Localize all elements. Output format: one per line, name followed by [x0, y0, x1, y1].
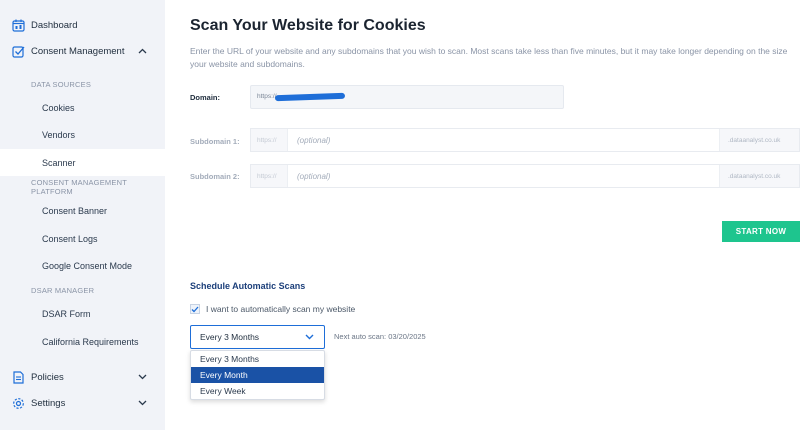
- sidebar-item-consent-management[interactable]: Consent Management: [0, 38, 165, 64]
- frequency-option[interactable]: Every Week: [191, 383, 324, 399]
- domain-label: Domain:: [190, 93, 220, 102]
- sidebar-item-label: Policies: [31, 371, 64, 383]
- sidebar: Dashboard Consent Management DATA SOURCE…: [0, 0, 165, 430]
- section-heading-cmp: CONSENT MANAGEMENT PLATFORM: [31, 178, 127, 196]
- frequency-select-value: Every 3 Months: [200, 332, 260, 342]
- subdomain-1-input[interactable]: [289, 129, 719, 151]
- sidebar-item-consent-banner[interactable]: Consent Banner: [0, 197, 165, 224]
- subdomain-2-field: https:// .dataanalyst.co.uk: [250, 164, 800, 188]
- checkbox-icon: [12, 45, 25, 58]
- subdomain-2-label: Subdomain 2:: [190, 172, 240, 181]
- domain-field[interactable]: https://: [250, 85, 564, 109]
- redacted-domain-mark: [274, 92, 346, 102]
- sidebar-item-label: Dashboard: [31, 19, 78, 31]
- sidebar-item-policies[interactable]: Policies: [0, 364, 165, 390]
- section-heading-data-sources: DATA SOURCES: [31, 79, 92, 89]
- sidebar-item-scanner[interactable]: Scanner: [0, 149, 165, 176]
- sidebar-item-california[interactable]: California Requirements: [0, 328, 165, 355]
- chevron-down-icon[interactable]: [137, 372, 147, 382]
- sidebar-item-consent-logs[interactable]: Consent Logs: [0, 225, 165, 252]
- frequency-option[interactable]: Every 3 Months: [191, 351, 324, 367]
- auto-scan-checkbox-label: I want to automatically scan my website: [206, 304, 356, 314]
- sidebar-item-settings[interactable]: Settings: [0, 390, 165, 416]
- subdomain-1-prefix: https://: [251, 129, 288, 151]
- page-title: Scan Your Website for Cookies: [190, 17, 426, 34]
- frequency-dropdown: Every 3 Months Every Month Every Week: [190, 350, 325, 400]
- sidebar-item-google-consent-mode[interactable]: Google Consent Mode: [0, 252, 165, 279]
- sidebar-item-dsar-form[interactable]: DSAR Form: [0, 300, 165, 327]
- chevron-down-icon: [305, 334, 314, 340]
- sidebar-item-label: Settings: [31, 397, 66, 409]
- subdomain-2-suffix: .dataanalyst.co.uk: [719, 165, 799, 187]
- document-icon: [12, 370, 25, 384]
- subdomain-2-input[interactable]: [289, 165, 719, 187]
- sidebar-item-dashboard[interactable]: Dashboard: [0, 12, 165, 38]
- subdomain-2-prefix: https://: [251, 165, 288, 187]
- subdomain-1-label: Subdomain 1:: [190, 137, 240, 146]
- subdomain-1-suffix: .dataanalyst.co.uk: [719, 129, 799, 151]
- sidebar-item-cookies[interactable]: Cookies: [0, 94, 165, 121]
- sidebar-item-vendors[interactable]: Vendors: [0, 121, 165, 148]
- subdomain-1-field: https:// .dataanalyst.co.uk: [250, 128, 800, 152]
- section-heading-dsar: DSAR MANAGER: [31, 285, 95, 295]
- check-icon: [191, 306, 199, 312]
- auto-scan-checkbox[interactable]: [190, 304, 200, 314]
- dashboard-icon: [12, 19, 25, 32]
- domain-prefix: https://: [257, 93, 277, 100]
- next-scan-text: Next auto scan: 03/20/2025: [334, 332, 426, 341]
- frequency-option[interactable]: Every Month: [191, 367, 324, 383]
- start-now-button[interactable]: START NOW: [722, 221, 800, 242]
- main-content: Scan Your Website for Cookies Enter the …: [165, 0, 800, 430]
- chevron-up-icon[interactable]: [137, 46, 147, 56]
- sidebar-item-label: Consent Management: [31, 45, 125, 57]
- intro-text: Enter the URL of your website and any su…: [190, 46, 788, 69]
- gear-icon: [12, 397, 25, 410]
- chevron-down-icon[interactable]: [137, 398, 147, 408]
- frequency-select[interactable]: Every 3 Months: [190, 325, 325, 349]
- schedule-title: Schedule Automatic Scans: [190, 281, 306, 291]
